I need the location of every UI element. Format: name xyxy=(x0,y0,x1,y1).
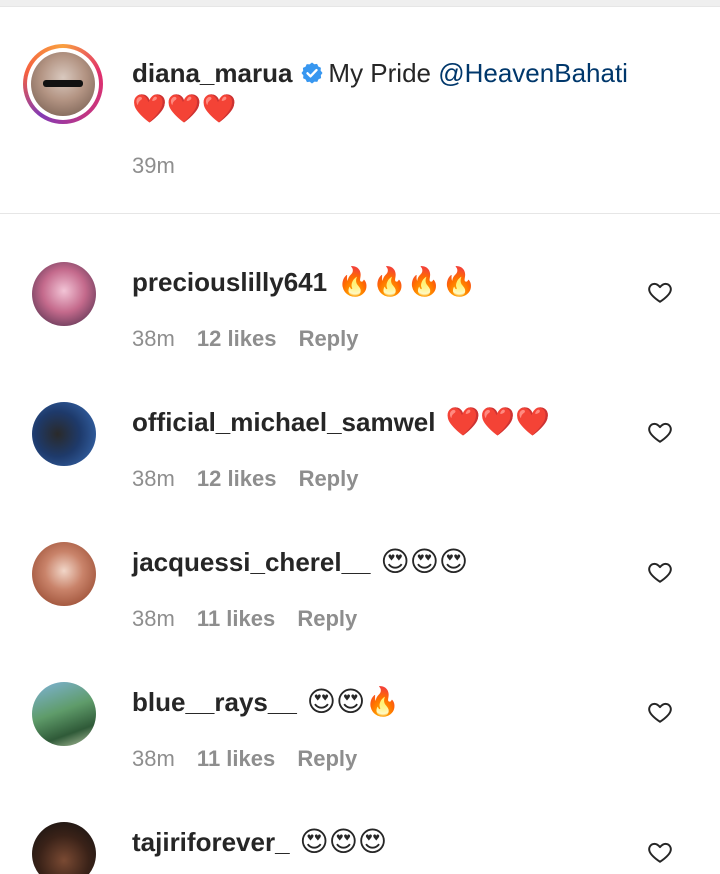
comment-body: 😍😍🔥 xyxy=(306,686,401,717)
commenter-username[interactable]: tajiriforever_ xyxy=(132,827,290,857)
comment-text-line: tajiriforever_ 😍😍😍 xyxy=(132,824,632,860)
reply-button[interactable]: Reply xyxy=(297,746,357,771)
comment-meta: 38m 11 likes Reply xyxy=(132,746,373,772)
comment-meta: 38m 11 likes Reply xyxy=(132,606,373,632)
avatar-glasses xyxy=(43,80,83,87)
caption-divider xyxy=(0,213,720,214)
comment-likes[interactable]: 11 likes xyxy=(197,746,275,771)
comment-timestamp: 38m xyxy=(132,466,175,491)
commenter-avatar[interactable] xyxy=(32,262,96,326)
commenter-avatar[interactable] xyxy=(32,822,96,874)
comment-item: preciouslilly641 🔥🔥🔥🔥 38m 12 likes Reply xyxy=(0,262,720,402)
comment-body: 😍😍😍 xyxy=(299,826,388,857)
caption-emoji: ❤️❤️❤️ xyxy=(132,93,237,124)
commenter-avatar[interactable] xyxy=(32,682,96,746)
comment-item: jacquessi_cherel__ 😍😍😍 38m 11 likes Reply xyxy=(0,542,720,682)
caption-text: diana_marua My Pride @HeavenBahati ❤️❤️❤… xyxy=(132,55,692,127)
caption-body: My Pride xyxy=(328,58,431,88)
caption-username[interactable]: diana_marua xyxy=(132,58,292,88)
comment-timestamp: 38m xyxy=(132,326,175,351)
comment-body: ❤️❤️❤️ xyxy=(445,406,551,437)
heart-outline-icon[interactable] xyxy=(647,699,673,725)
comment-timestamp: 38m xyxy=(132,746,175,771)
commenter-avatar[interactable] xyxy=(32,542,96,606)
post-caption: diana_marua My Pride @HeavenBahati ❤️❤️❤… xyxy=(0,7,720,213)
comment-item: tajiriforever_ 😍😍😍 xyxy=(0,822,720,874)
commenter-username[interactable]: jacquessi_cherel__ xyxy=(132,547,371,577)
comment-item: blue__rays__ 😍😍🔥 38m 11 likes Reply xyxy=(0,682,720,822)
reply-button[interactable]: Reply xyxy=(297,606,357,631)
comment-timestamp: 38m xyxy=(132,606,175,631)
comment-text-line: preciouslilly641 🔥🔥🔥🔥 xyxy=(132,264,632,300)
comment-text-line: jacquessi_cherel__ 😍😍😍 xyxy=(132,544,632,580)
heart-outline-icon[interactable] xyxy=(647,839,673,865)
comment-text-line: official_michael_samwel ❤️❤️❤️ xyxy=(132,404,632,440)
caption-mention[interactable]: @HeavenBahati xyxy=(438,58,628,88)
commenter-username[interactable]: blue__rays__ xyxy=(132,687,297,717)
heart-outline-icon[interactable] xyxy=(647,419,673,445)
reply-button[interactable]: Reply xyxy=(299,466,359,491)
verified-badge-icon xyxy=(301,62,323,84)
caption-avatar[interactable] xyxy=(23,44,103,124)
comment-likes[interactable]: 12 likes xyxy=(197,326,277,351)
caption-timestamp: 39m xyxy=(132,153,175,178)
commenter-username[interactable]: official_michael_samwel xyxy=(132,407,435,437)
comment-text-line: blue__rays__ 😍😍🔥 xyxy=(132,684,632,720)
commenter-avatar[interactable] xyxy=(32,402,96,466)
reply-button[interactable]: Reply xyxy=(299,326,359,351)
avatar-photo xyxy=(31,52,95,116)
commenter-username[interactable]: preciouslilly641 xyxy=(132,267,327,297)
comment-item: official_michael_samwel ❤️❤️❤️ 38m 12 lik… xyxy=(0,402,720,542)
comment-likes[interactable]: 11 likes xyxy=(197,606,275,631)
heart-outline-icon[interactable] xyxy=(647,559,673,585)
comment-meta: 38m 12 likes Reply xyxy=(132,326,374,352)
top-divider xyxy=(0,0,720,7)
comment-meta: 38m 12 likes Reply xyxy=(132,466,374,492)
comment-likes[interactable]: 12 likes xyxy=(197,466,277,491)
heart-outline-icon[interactable] xyxy=(647,279,673,305)
comment-body: 🔥🔥🔥🔥 xyxy=(337,266,477,297)
comment-body: 😍😍😍 xyxy=(380,546,469,577)
